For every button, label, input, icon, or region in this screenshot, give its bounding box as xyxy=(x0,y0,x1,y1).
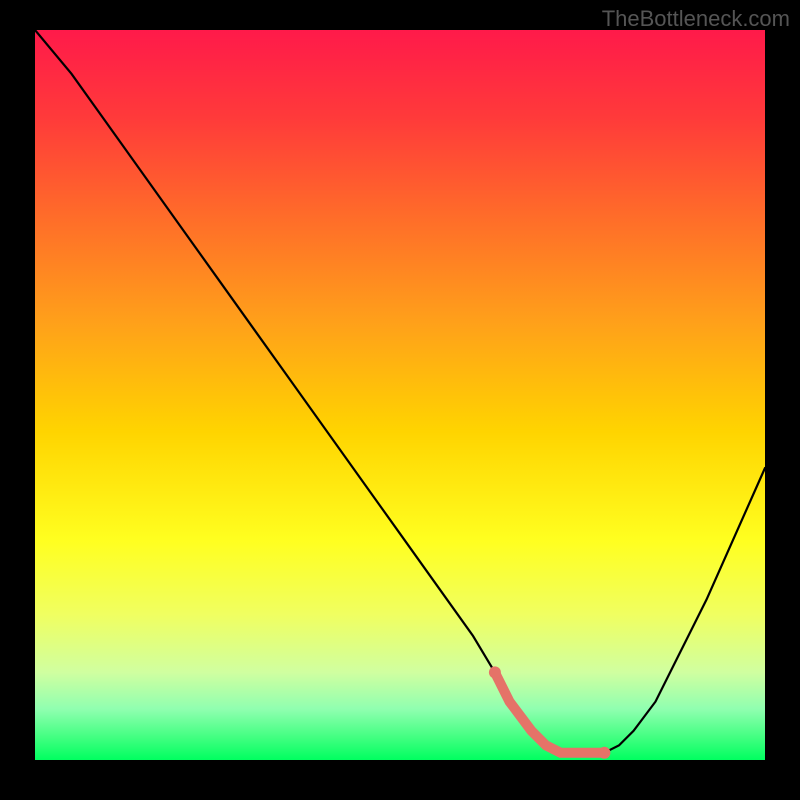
chart-gradient-area xyxy=(35,30,765,760)
highlight-segment xyxy=(495,672,605,752)
highlight-dot-left xyxy=(489,666,501,678)
watermark-text: TheBottleneck.com xyxy=(602,6,790,32)
chart-svg xyxy=(35,30,765,760)
highlight-dot-right xyxy=(598,747,610,759)
curve-line xyxy=(35,30,765,753)
